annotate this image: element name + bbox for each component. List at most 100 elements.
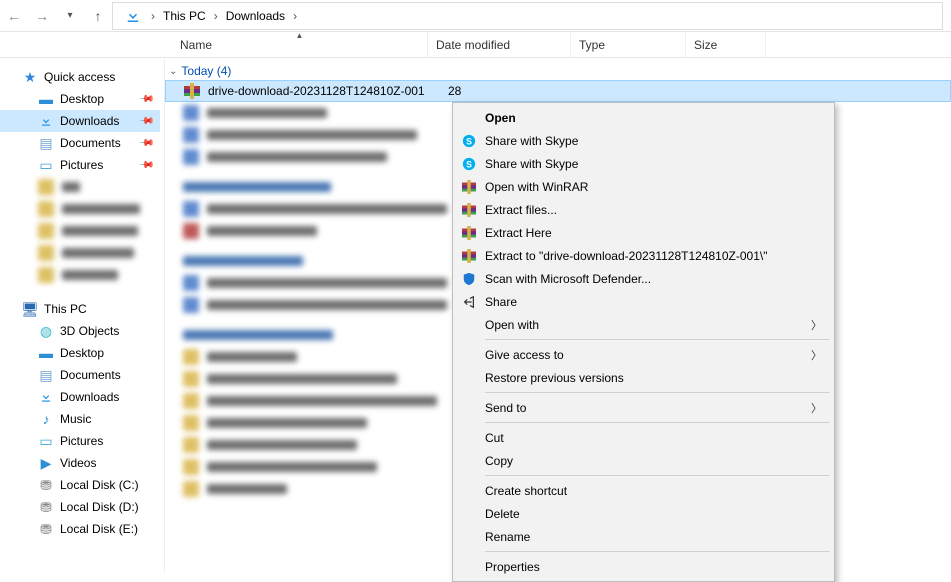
svg-text:S: S [466,159,472,169]
skype-icon: S [461,133,477,149]
sidebar-label: Local Disk (C:) [60,478,139,492]
downloads-icon [121,4,145,28]
sidebar-item-3d-objects[interactable]: ◍3D Objects [0,320,160,342]
breadcrumb-chevron-icon[interactable]: › [291,9,299,23]
file-name: drive-download-20231128T124810Z-001 [208,84,440,98]
sidebar-item-pictures[interactable]: ▭Pictures [0,430,160,452]
sidebar-item-blurred[interactable] [0,220,160,242]
pictures-icon: ▭ [38,157,54,173]
svg-text:S: S [466,136,472,146]
breadcrumb-this-pc[interactable]: This PC [157,9,212,23]
downloads-icon [38,113,54,129]
breadcrumb-chevron-icon[interactable]: › [149,9,157,23]
file-date-partial: 28 [448,84,468,98]
pictures-icon: ▭ [38,433,54,449]
sidebar-label: Quick access [44,70,115,84]
up-button[interactable]: ↑ [84,2,112,30]
sidebar-item-desktop[interactable]: ▬ Desktop 📌 [0,88,160,110]
ctx-separator [485,475,830,476]
ctx-separator [485,422,830,423]
sidebar-item-desktop[interactable]: ▬ Desktop [0,342,160,364]
ctx-open-winrar[interactable]: Open with WinRAR [455,175,832,198]
videos-icon: ▶ [38,455,54,471]
sidebar-item-blurred[interactable] [0,242,160,264]
ctx-share-skype[interactable]: S Share with Skype [455,152,832,175]
sidebar-quick-access[interactable]: ★ Quick access [0,66,160,88]
ctx-extract-to[interactable]: Extract to "drive-download-20231128T1248… [455,244,832,267]
file-row-selected[interactable]: drive-download-20231128T124810Z-001 28 [165,80,951,102]
ctx-delete[interactable]: Delete [455,502,832,525]
recent-locations-chevron[interactable]: ▾ [56,2,84,30]
sidebar-item-local-disk-d[interactable]: ⛃Local Disk (D:) [0,496,160,518]
chevron-right-icon: 〉 [811,317,822,333]
sidebar-item-pictures[interactable]: ▭ Pictures 📌 [0,154,160,176]
ctx-properties[interactable]: Properties [455,555,832,578]
winrar-icon [461,202,477,218]
column-type[interactable]: Type [571,32,686,57]
chevron-right-icon: 〉 [811,347,822,363]
this-pc-icon: 🖥 [22,301,38,317]
group-header-today[interactable]: ⌄ Today (4) [165,62,951,80]
pin-icon: 📌 [137,91,154,108]
ctx-cut[interactable]: Cut [455,426,832,449]
documents-icon: ▤ [38,367,54,383]
ctx-label: Open with WinRAR [485,180,588,194]
ctx-label: Scan with Microsoft Defender... [485,272,651,286]
disk-icon: ⛃ [38,477,54,493]
back-button[interactable]: ← [0,2,28,30]
documents-icon: ▤ [38,135,54,151]
sidebar-item-music[interactable]: ♪ Music [0,408,160,430]
sidebar-item-blurred[interactable] [0,264,160,286]
sidebar-label: Local Disk (D:) [60,500,139,514]
sidebar-label: Downloads [60,114,119,128]
sidebar-label: Desktop [60,346,104,360]
ctx-extract-here[interactable]: Extract Here [455,221,832,244]
ctx-extract-files[interactable]: Extract files... [455,198,832,221]
sidebar-item-videos[interactable]: ▶ Videos [0,452,160,474]
sidebar-item-blurred[interactable] [0,198,160,220]
winrar-icon [461,179,477,195]
downloads-icon [38,389,54,405]
sidebar-item-local-disk-c[interactable]: ⛃ Local Disk (C:) [0,474,160,496]
3d-objects-icon: ◍ [38,323,54,339]
desktop-icon: ▬ [38,345,54,361]
ctx-defender[interactable]: Scan with Microsoft Defender... [455,267,832,290]
sidebar-item-documents[interactable]: ▤Documents [0,364,160,386]
forward-button[interactable]: → [28,2,56,30]
sidebar-this-pc[interactable]: 🖥 This PC [0,298,160,320]
address-path[interactable]: › This PC › Downloads › [112,2,943,30]
breadcrumb-chevron-icon[interactable]: › [212,9,220,23]
ctx-open-with[interactable]: Open with〉 [455,313,832,336]
breadcrumb-downloads[interactable]: Downloads [220,9,291,23]
navigation-pane: ★ Quick access ▬ Desktop 📌 Downloads 📌 ▤… [0,60,160,572]
sidebar-item-local-disk-e[interactable]: ⛃Local Disk (E:) [0,518,160,540]
sidebar-item-blurred[interactable] [0,176,160,198]
ctx-send-to[interactable]: Send to〉 [455,396,832,419]
ctx-restore-versions[interactable]: Restore previous versions [455,366,832,389]
ctx-label: Share [485,295,517,309]
group-label: Today (4) [181,64,231,78]
ctx-give-access[interactable]: Give access to〉 [455,343,832,366]
winrar-archive-icon [184,83,200,99]
ctx-rename[interactable]: Rename [455,525,832,548]
sidebar-item-downloads[interactable]: Downloads [0,386,160,408]
ctx-share-skype[interactable]: SShare with Skype [455,129,832,152]
music-icon: ♪ [38,411,54,427]
skype-icon: S [461,156,477,172]
column-size[interactable]: Size [686,32,766,57]
ctx-share[interactable]: Share [455,290,832,313]
pin-icon: 📌 [137,113,154,130]
sidebar-label: Music [60,412,91,426]
ctx-open[interactable]: Open [455,106,832,129]
ctx-copy[interactable]: Copy [455,449,832,472]
sidebar-item-downloads[interactable]: Downloads 📌 [0,110,160,132]
sidebar-item-documents[interactable]: ▤ Documents 📌 [0,132,160,154]
sidebar-label: Videos [60,456,96,470]
ctx-create-shortcut[interactable]: Create shortcut [455,479,832,502]
shield-icon [461,271,477,287]
disk-icon: ⛃ [38,521,54,537]
column-name[interactable]: Name▲ [172,32,428,57]
ctx-label: Share with Skype [485,157,578,171]
column-date-modified[interactable]: Date modified [428,32,571,57]
winrar-icon [461,225,477,241]
